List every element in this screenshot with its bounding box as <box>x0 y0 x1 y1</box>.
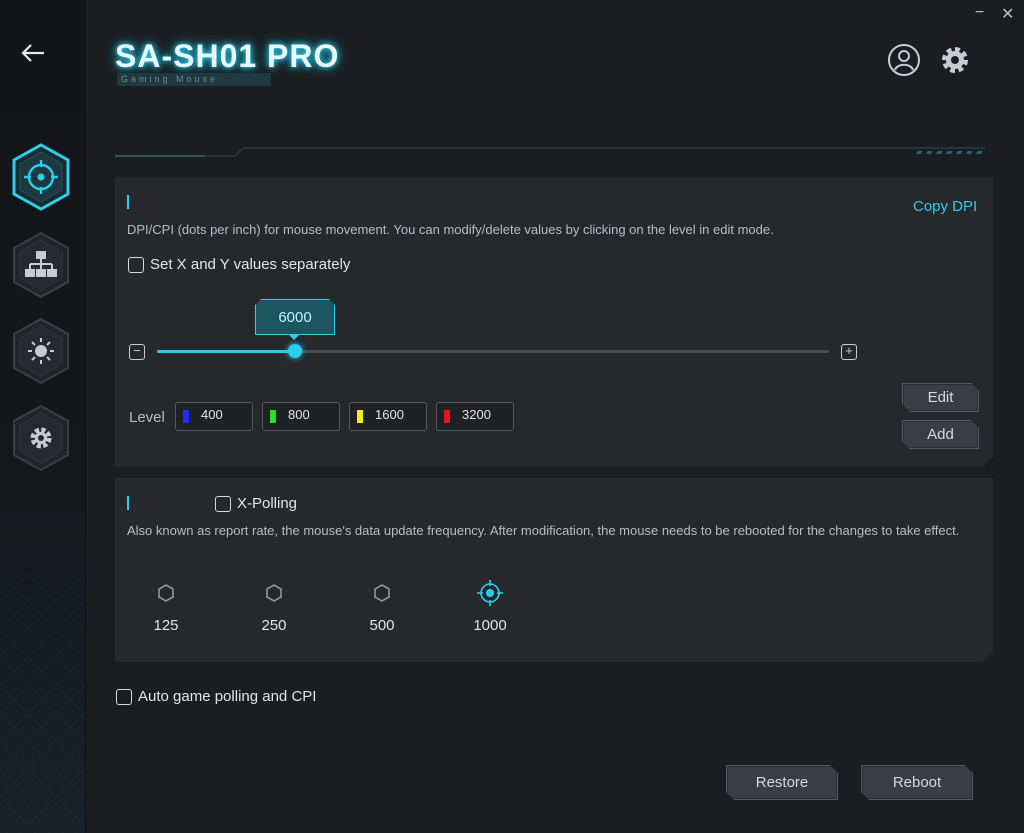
dpi-slider-thumb[interactable] <box>287 344 302 358</box>
level-color-swatch <box>183 410 189 423</box>
level-value: 3200 <box>462 407 491 422</box>
crosshair-selected-icon <box>477 580 503 606</box>
dpi-increase-button[interactable]: + <box>841 344 857 360</box>
settings-gear-icon[interactable] <box>938 43 972 77</box>
sidebar <box>0 0 86 833</box>
sun-icon <box>13 317 69 385</box>
x-polling-checkbox[interactable]: X-Polling <box>215 495 297 512</box>
checkbox-box[interactable] <box>128 256 144 273</box>
hexagon-icon <box>374 584 390 602</box>
sidebar-item-lighting[interactable] <box>10 316 72 386</box>
polling-rate-500[interactable]: 500 <box>352 583 412 634</box>
sidebar-item-buttons[interactable] <box>10 230 72 300</box>
dpi-slider-fill <box>157 350 295 353</box>
dpi-decrease-button[interactable]: − <box>129 344 145 360</box>
rate-label: 125 <box>153 617 179 634</box>
checkbox-box[interactable] <box>215 495 231 512</box>
level-value: 1600 <box>375 407 404 422</box>
separate-xy-checkbox[interactable]: Set X and Y values separately <box>128 256 350 273</box>
level-value: 800 <box>288 407 310 422</box>
page-subtitle: Gaming Mouse <box>117 73 271 86</box>
edit-button[interactable]: Edit <box>902 383 979 412</box>
dpi-slider[interactable] <box>157 344 829 358</box>
hexagon-icon <box>266 584 282 602</box>
dpi-bubble-tail <box>288 334 300 340</box>
level-label: Level <box>129 409 165 426</box>
level-value: 400 <box>201 407 223 422</box>
polling-rate-250[interactable]: 250 <box>244 583 304 634</box>
level-color-swatch <box>357 410 363 423</box>
level-color-swatch <box>270 410 276 423</box>
dpi-level-3[interactable]: 1600 <box>349 402 427 431</box>
sidebar-pattern <box>0 573 85 833</box>
sidebar-item-performance[interactable] <box>10 142 72 212</box>
rate-label: 1000 <box>473 617 507 634</box>
dpi-panel-marker <box>127 195 129 209</box>
dpi-level-2[interactable]: 800 <box>262 402 340 431</box>
back-arrow-icon[interactable] <box>18 38 48 68</box>
close-button[interactable]: ✕ <box>1001 4 1014 24</box>
auto-game-checkbox[interactable]: Auto game polling and CPI <box>116 688 316 705</box>
auto-game-label: Auto game polling and CPI <box>138 688 317 705</box>
dpi-value: 6000 <box>278 308 312 326</box>
crosshair-icon <box>12 143 70 211</box>
hierarchy-icon <box>13 231 69 299</box>
polling-rate-125[interactable]: 125 <box>136 583 196 634</box>
hexagon-icon <box>158 584 174 602</box>
dpi-description: DPI/CPI (dots per inch) for mouse moveme… <box>127 222 774 237</box>
gear-icon <box>13 404 69 472</box>
minimize-button[interactable]: − <box>975 4 984 22</box>
rate-label: 250 <box>261 617 287 634</box>
polling-panel-marker <box>127 496 129 510</box>
header-divider <box>115 147 985 157</box>
user-icon[interactable] <box>887 43 921 77</box>
restore-button[interactable]: Restore <box>726 765 838 800</box>
dpi-value-bubble: 6000 <box>255 299 335 335</box>
reboot-button[interactable]: Reboot <box>861 765 973 800</box>
dpi-level-4[interactable]: 3200 <box>436 402 514 431</box>
checkbox-box[interactable] <box>116 688 132 705</box>
page-title: SA-SH01 PRO <box>115 38 340 74</box>
x-polling-label: X-Polling <box>237 495 298 512</box>
polling-rate-1000[interactable]: 1000 <box>460 578 520 634</box>
polling-description: Also known as report rate, the mouse's d… <box>127 523 960 538</box>
dpi-level-1[interactable]: 400 <box>175 402 253 431</box>
separate-xy-label: Set X and Y values separately <box>150 256 351 273</box>
level-color-swatch <box>444 410 450 423</box>
add-button[interactable]: Add <box>902 420 979 449</box>
rate-label: 500 <box>369 617 395 634</box>
sidebar-item-settings[interactable] <box>10 403 72 473</box>
copy-dpi-link[interactable]: Copy DPI <box>913 198 977 215</box>
